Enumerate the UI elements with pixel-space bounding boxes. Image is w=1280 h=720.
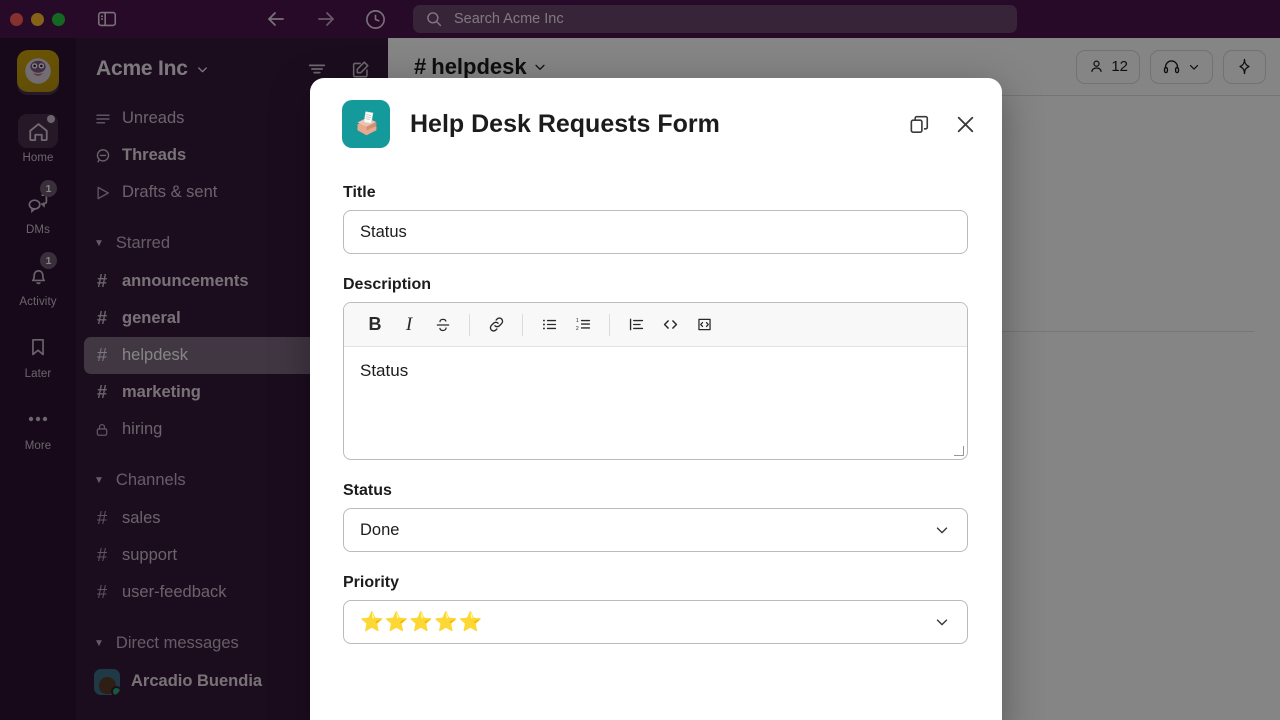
description-textarea[interactable]: Status [344,347,967,459]
strikethrough-button[interactable] [426,310,460,340]
toolbar-divider [609,313,610,336]
link-button[interactable] [479,310,513,340]
priority-field-label: Priority [343,574,400,591]
title-input[interactable]: Status [343,210,968,254]
bulleted-list-button[interactable] [532,310,566,340]
chevron-down-icon [933,521,951,539]
priority-select[interactable]: ⭐⭐⭐⭐⭐ [343,600,968,644]
toolbar-divider [522,313,523,336]
ballot-box-icon [342,100,390,148]
title-input-value: Status [360,222,407,241]
resize-handle[interactable] [954,446,964,456]
italic-button[interactable]: I [392,310,426,340]
rich-text-toolbar: B I 12 [344,303,967,347]
status-select-value: Done [360,520,400,539]
priority-select-value: ⭐⭐⭐⭐⭐ [360,611,484,633]
help-desk-requests-form-modal: Help Desk Requests Form Title Status Des… [310,78,1002,720]
description-editor: B I 12 Status [343,302,968,460]
code-button[interactable] [653,310,687,340]
svg-text:2: 2 [575,326,578,332]
description-value: Status [360,361,409,380]
modal-header-actions [908,112,978,137]
ordered-list-button[interactable]: 12 [566,310,600,340]
title-field-label: Title [343,184,376,201]
modal-title: Help Desk Requests Form [410,109,720,138]
modal-body: Title Status Description B I 1 2 Status … [310,158,1002,644]
open-in-new-icon[interactable] [908,113,931,136]
app-window: Search Acme Inc Home 1 DMs 1 Activity La… [0,0,1280,720]
close-icon[interactable] [953,112,978,137]
code-block-button[interactable] [687,310,721,340]
status-field-label: Status [343,482,392,499]
toolbar-divider [469,313,470,336]
chevron-down-icon [933,613,951,631]
modal-header: Help Desk Requests Form [310,78,1002,158]
bold-button[interactable]: B [358,310,392,340]
svg-text:1: 1 [575,318,578,324]
blockquote-button[interactable] [619,310,653,340]
status-select[interactable]: Done [343,508,968,552]
description-field-label: Description [343,276,432,293]
